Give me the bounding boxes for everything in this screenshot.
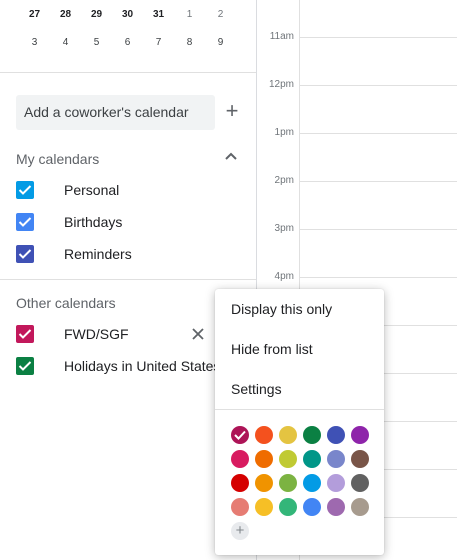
color-swatch[interactable] xyxy=(351,450,369,468)
hour-gridline xyxy=(299,37,457,38)
mini-calendar-day[interactable]: 6 xyxy=(112,37,143,48)
mini-calendar-day[interactable]: 3 xyxy=(19,37,50,48)
my-calendars-title[interactable]: My calendars xyxy=(16,151,99,167)
mini-calendar-day[interactable]: 1 xyxy=(174,9,205,20)
color-swatch[interactable] xyxy=(279,426,297,444)
hour-gridline xyxy=(299,133,457,134)
checkbox-icon[interactable] xyxy=(16,181,34,199)
check-icon xyxy=(234,430,246,440)
hour-label: 4pm xyxy=(274,271,294,282)
mini-calendar-day[interactable]: 27 xyxy=(19,9,50,20)
color-swatch[interactable] xyxy=(351,426,369,444)
color-swatch[interactable] xyxy=(351,498,369,516)
color-swatch[interactable] xyxy=(279,474,297,492)
plus-icon[interactable]: + xyxy=(222,100,242,122)
mini-calendar-day[interactable]: 8 xyxy=(174,37,205,48)
mini-calendar-day[interactable]: 4 xyxy=(50,37,81,48)
checkbox-icon[interactable] xyxy=(16,213,34,231)
mini-calendar-week-row: 27 28 29 30 31 1 2 xyxy=(19,9,236,20)
divider xyxy=(0,279,256,280)
calendar-label: Holidays in United States xyxy=(64,358,221,374)
hour-gridline xyxy=(299,277,457,278)
menu-item-display-this-only[interactable]: Display this only xyxy=(215,289,384,329)
calendar-item-personal[interactable]: Personal xyxy=(0,174,256,206)
color-swatch[interactable] xyxy=(231,474,249,492)
mini-calendar-week-row: 3 4 5 6 7 8 9 xyxy=(19,37,236,48)
color-swatch[interactable] xyxy=(327,450,345,468)
coworker-calendar-input[interactable]: Add a coworker's calendar xyxy=(16,95,215,130)
mini-calendar-day[interactable]: 29 xyxy=(81,9,112,20)
mini-calendar: 27 28 29 30 31 1 2 3 4 5 6 7 8 9 xyxy=(0,0,256,72)
color-swatch[interactable] xyxy=(231,426,249,444)
menu-item-hide-from-list[interactable]: Hide from list xyxy=(215,329,384,369)
color-swatch[interactable] xyxy=(279,498,297,516)
mini-calendar-day[interactable]: 28 xyxy=(50,9,81,20)
calendar-label: Birthdays xyxy=(64,214,123,230)
checkbox-icon[interactable] xyxy=(16,245,34,263)
color-swatch[interactable] xyxy=(351,474,369,492)
color-swatch[interactable] xyxy=(231,498,249,516)
color-swatch[interactable] xyxy=(255,450,273,468)
color-swatch[interactable] xyxy=(255,498,273,516)
menu-divider xyxy=(215,409,384,410)
calendar-item-birthdays[interactable]: Birthdays xyxy=(0,206,256,238)
other-calendars-title[interactable]: Other calendars xyxy=(16,295,116,311)
mini-calendar-day[interactable]: 7 xyxy=(143,37,174,48)
color-swatch[interactable] xyxy=(327,474,345,492)
color-swatch[interactable] xyxy=(303,450,321,468)
color-swatch[interactable] xyxy=(303,426,321,444)
mini-calendar-day[interactable]: 9 xyxy=(205,37,236,48)
add-custom-color-icon[interactable]: + xyxy=(231,522,249,540)
menu-item-settings[interactable]: Settings xyxy=(215,369,384,409)
hour-label: 11am xyxy=(269,31,294,42)
calendar-item-reminders[interactable]: Reminders xyxy=(0,238,256,270)
color-swatch[interactable] xyxy=(303,474,321,492)
hour-gridline xyxy=(299,85,457,86)
hour-label: 2pm xyxy=(274,175,294,186)
mini-calendar-day[interactable]: 31 xyxy=(143,9,174,20)
hour-label: 3pm xyxy=(274,223,294,234)
hour-label: 12pm xyxy=(268,79,294,90)
calendar-label: Reminders xyxy=(64,246,132,262)
checkbox-icon[interactable] xyxy=(16,325,34,343)
calendar-label: FWD/SGF xyxy=(64,326,129,342)
hour-label: 1pm xyxy=(274,127,294,138)
hour-gridline xyxy=(299,229,457,230)
calendar-options-menu: Display this only Hide from list Setting… xyxy=(215,289,384,555)
hour-gridline xyxy=(299,181,457,182)
checkbox-icon[interactable] xyxy=(16,357,34,375)
color-swatch[interactable] xyxy=(255,426,273,444)
divider xyxy=(0,72,256,73)
color-swatch[interactable] xyxy=(231,450,249,468)
close-icon[interactable] xyxy=(191,327,205,341)
chevron-up-icon[interactable] xyxy=(224,151,238,161)
color-swatch[interactable] xyxy=(279,450,297,468)
color-swatch[interactable] xyxy=(327,498,345,516)
mini-calendar-day[interactable]: 5 xyxy=(81,37,112,48)
mini-calendar-day[interactable]: 2 xyxy=(205,9,236,20)
color-swatch[interactable] xyxy=(327,426,345,444)
color-swatch[interactable] xyxy=(303,498,321,516)
color-swatch[interactable] xyxy=(255,474,273,492)
mini-calendar-day[interactable]: 30 xyxy=(112,9,143,20)
calendar-label: Personal xyxy=(64,182,120,198)
